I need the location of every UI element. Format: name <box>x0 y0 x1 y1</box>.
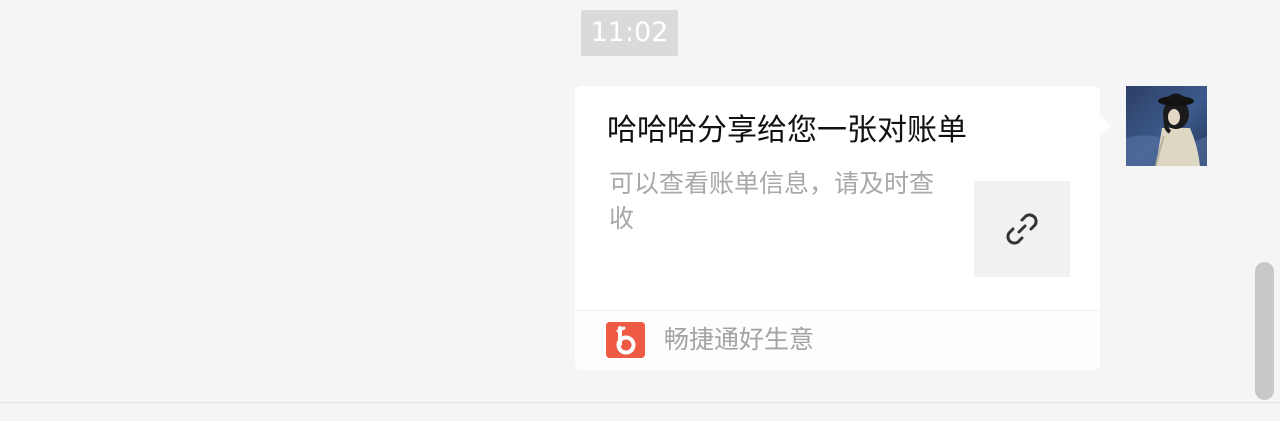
link-icon <box>1006 213 1038 245</box>
card-description: 可以查看账单信息，请及时查收 <box>609 169 935 233</box>
avatar[interactable] <box>1126 86 1207 166</box>
avatar-photo <box>1126 86 1207 166</box>
card-title: 哈哈哈分享给您一张对账单 <box>607 113 967 148</box>
shared-link-card[interactable]: 哈哈哈分享给您一张对账单 可以查看账单信息，请及时查收 畅捷通好生意 <box>575 86 1100 370</box>
card-thumbnail <box>974 181 1070 277</box>
message-timestamp: 11:02 <box>581 10 678 56</box>
chat-scrollbar[interactable] <box>1255 262 1274 400</box>
app-logo-icon <box>606 322 645 358</box>
app-source-name: 畅捷通好生意 <box>664 325 815 354</box>
chat-message-area: 11:02 哈哈哈分享给您一张对账单 可以查看账单信息，请及时查收 畅捷通好生意 <box>0 0 1280 402</box>
input-area[interactable] <box>0 403 1280 421</box>
card-source-footer: 畅捷通好生意 <box>575 310 1100 370</box>
